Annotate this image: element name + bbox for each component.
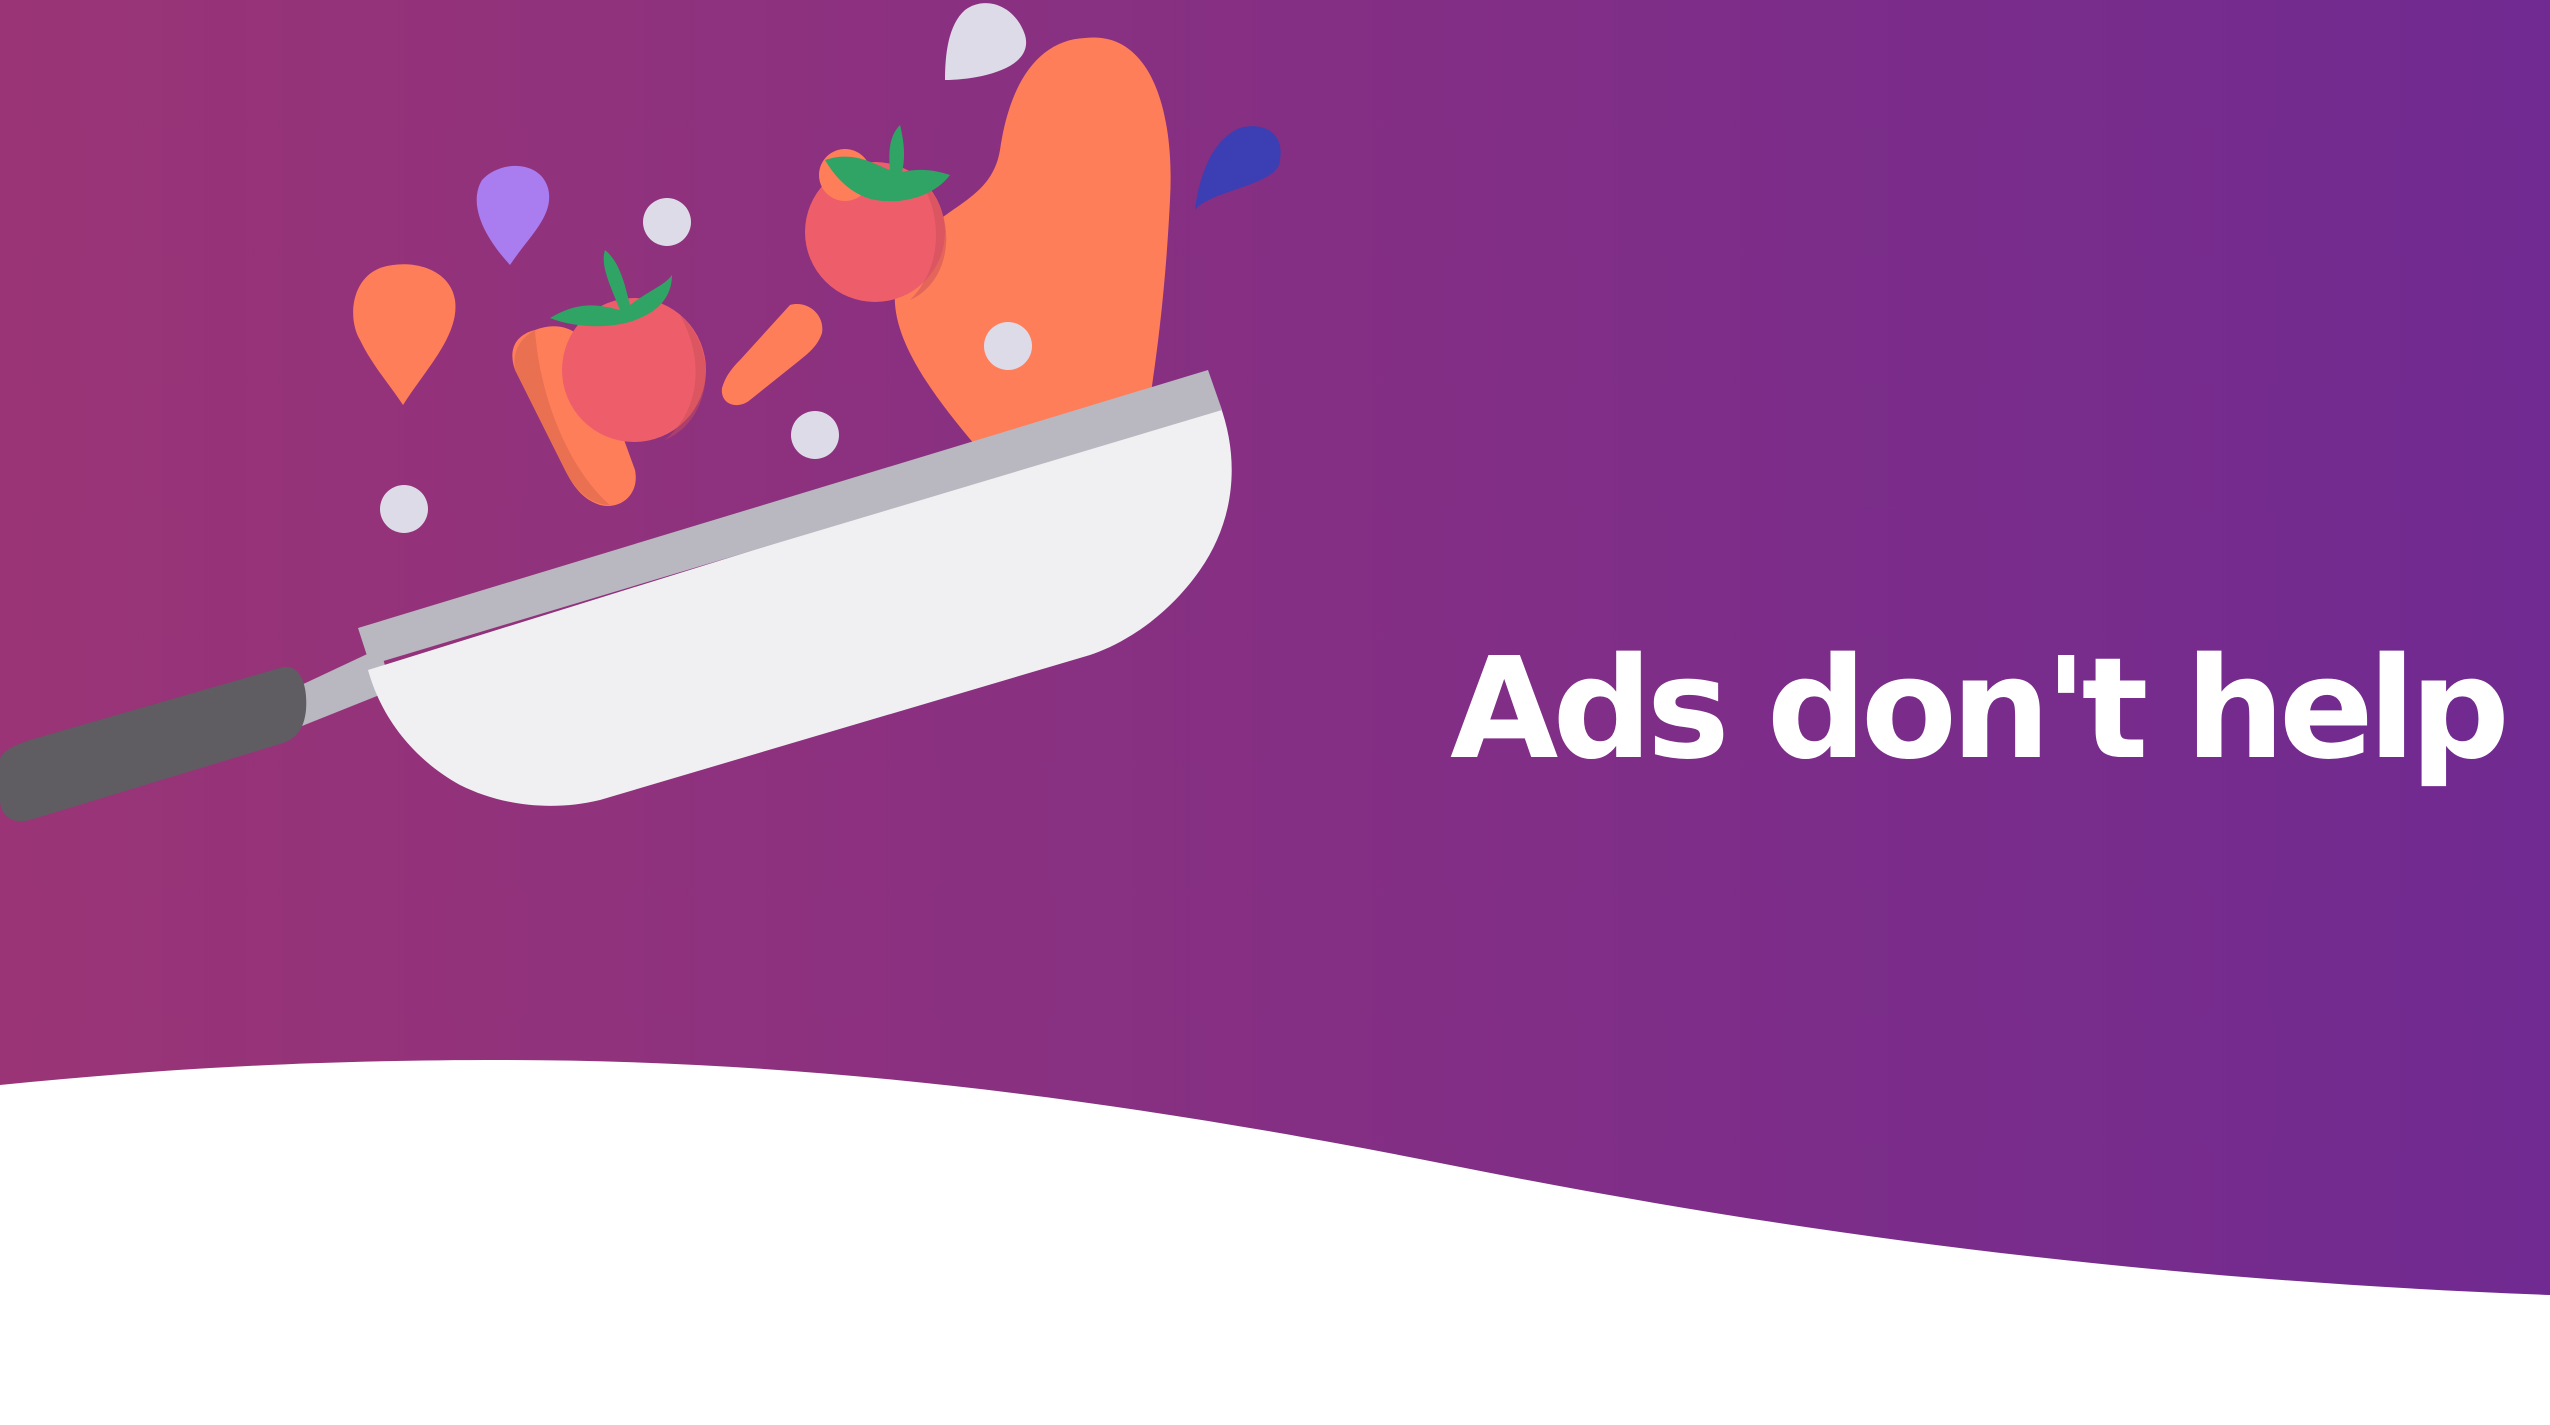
- bubble-icon: [643, 198, 691, 246]
- headline: Ads don't help: [1450, 628, 2510, 791]
- bubble-icon: [791, 411, 839, 459]
- hero-banner: Ads don't help: [0, 0, 2550, 1425]
- bubble-icon: [380, 485, 428, 533]
- bubble-icon: [984, 322, 1032, 370]
